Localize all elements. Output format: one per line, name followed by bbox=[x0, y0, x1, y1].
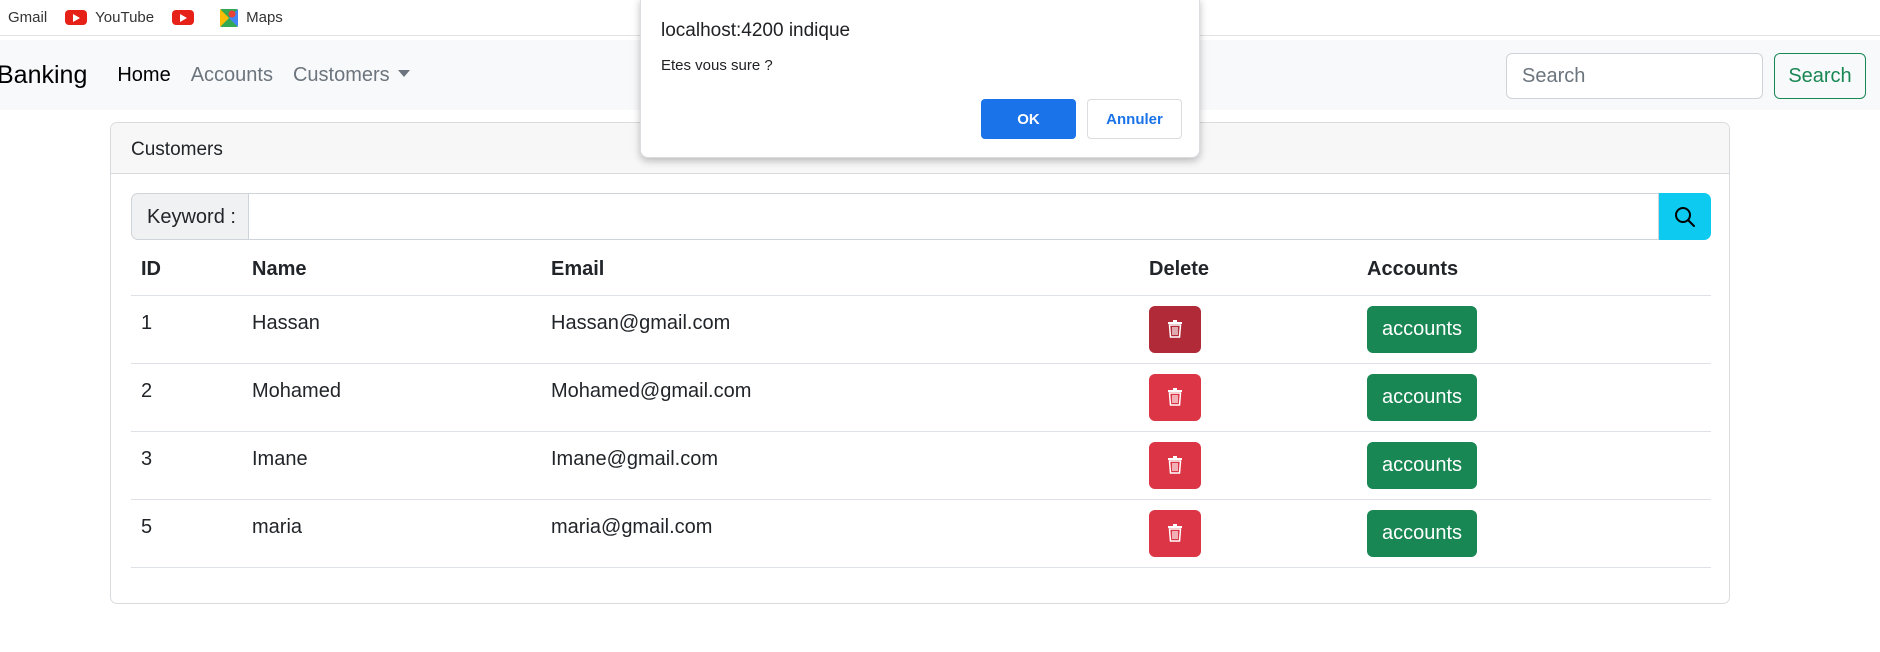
keyword-search-button[interactable] bbox=[1659, 193, 1711, 240]
maps-icon bbox=[220, 8, 239, 27]
bookmark-youtube[interactable]: YouTube bbox=[65, 9, 154, 26]
delete-button[interactable] bbox=[1149, 441, 1201, 489]
table-row: 3 Imane Imane@gmail.com accounts bbox=[131, 431, 1711, 500]
youtube-icon bbox=[172, 10, 195, 25]
cell-email: Imane@gmail.com bbox=[541, 431, 1139, 500]
cell-name: Mohamed bbox=[242, 363, 541, 432]
dialog-title: localhost:4200 indique bbox=[661, 20, 851, 41]
cell-accounts: accounts bbox=[1357, 499, 1711, 568]
confirm-dialog: localhost:4200 indique Etes vous sure ? … bbox=[640, 0, 1200, 158]
accounts-button[interactable]: accounts bbox=[1367, 305, 1478, 353]
accounts-button[interactable]: accounts bbox=[1367, 373, 1478, 421]
table-row: 2 Mohamed Mohamed@gmail.com accounts bbox=[131, 363, 1711, 432]
keyword-label: Keyword : bbox=[131, 193, 249, 240]
trash-icon bbox=[1168, 524, 1182, 542]
cell-name: Hassan bbox=[242, 295, 541, 364]
bookmark-gmail[interactable]: Gmail bbox=[8, 9, 47, 26]
keyword-search-group: Keyword : bbox=[131, 193, 1711, 240]
cell-id: 2 bbox=[131, 363, 242, 432]
cell-name: maria bbox=[242, 499, 541, 568]
table-row: 5 maria maria@gmail.com accounts bbox=[131, 499, 1711, 568]
column-header-email: Email bbox=[541, 245, 1139, 296]
bookmark-youtube-2[interactable] bbox=[172, 10, 202, 25]
table-row: 1 Hassan Hassan@gmail.com accounts bbox=[131, 295, 1711, 364]
nav-search-button[interactable]: Search bbox=[1774, 53, 1866, 99]
accounts-button[interactable]: accounts bbox=[1367, 441, 1478, 489]
bookmark-label: Gmail bbox=[8, 9, 48, 26]
dialog-message: Etes vous sure ? bbox=[661, 57, 773, 74]
table-header-row: ID Name Email Delete Accounts bbox=[131, 245, 1711, 296]
cell-accounts: accounts bbox=[1357, 431, 1711, 500]
keyword-input[interactable] bbox=[249, 193, 1659, 240]
bookmark-label: YouTube bbox=[95, 9, 155, 26]
cell-email: Mohamed@gmail.com bbox=[541, 363, 1139, 432]
nav-search-input[interactable] bbox=[1506, 53, 1763, 99]
column-header-id: ID bbox=[131, 245, 242, 296]
cell-delete bbox=[1139, 295, 1357, 364]
trash-icon bbox=[1168, 456, 1182, 474]
nav-home[interactable]: Home bbox=[117, 64, 170, 87]
column-header-delete: Delete bbox=[1139, 245, 1357, 296]
cell-accounts: accounts bbox=[1357, 295, 1711, 364]
cell-name: Imane bbox=[242, 431, 541, 500]
cell-email: Hassan@gmail.com bbox=[541, 295, 1139, 364]
cell-delete bbox=[1139, 499, 1357, 568]
delete-button[interactable] bbox=[1149, 305, 1201, 353]
dialog-ok-button[interactable]: OK bbox=[981, 99, 1076, 139]
nav-customers-dropdown[interactable]: Customers bbox=[293, 64, 410, 87]
column-header-name: Name bbox=[242, 245, 541, 296]
bookmark-label: Maps bbox=[246, 9, 283, 26]
delete-button[interactable] bbox=[1149, 509, 1201, 557]
cell-id: 1 bbox=[131, 295, 242, 364]
dialog-cancel-button[interactable]: Annuler bbox=[1087, 99, 1182, 139]
accounts-button[interactable]: accounts bbox=[1367, 509, 1478, 557]
cell-email: maria@gmail.com bbox=[541, 499, 1139, 568]
youtube-icon bbox=[65, 10, 88, 25]
delete-button[interactable] bbox=[1149, 373, 1201, 421]
brand[interactable]: Banking bbox=[0, 61, 87, 90]
search-icon bbox=[1675, 206, 1695, 227]
cell-delete bbox=[1139, 363, 1357, 432]
cell-delete bbox=[1139, 431, 1357, 500]
customers-card: Customers Keyword : ID Name Email Delete… bbox=[110, 122, 1730, 604]
caret-down-icon bbox=[397, 69, 410, 77]
cell-accounts: accounts bbox=[1357, 363, 1711, 432]
trash-icon bbox=[1168, 320, 1182, 338]
bookmark-maps[interactable]: Maps bbox=[220, 8, 283, 27]
nav-customers-label: Customers bbox=[292, 63, 390, 86]
cell-id: 5 bbox=[131, 499, 242, 568]
trash-icon bbox=[1168, 388, 1182, 406]
nav-accounts[interactable]: Accounts bbox=[191, 64, 273, 87]
cell-id: 3 bbox=[131, 431, 242, 500]
customers-table: ID Name Email Delete Accounts 1 Hassan H… bbox=[131, 245, 1711, 568]
column-header-accounts: Accounts bbox=[1357, 245, 1711, 296]
